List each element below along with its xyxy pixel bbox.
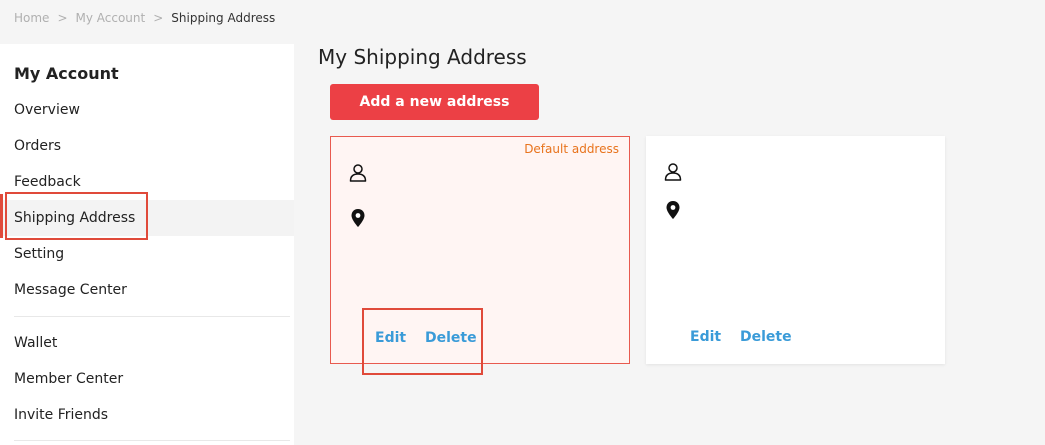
edit-address-link[interactable]: Edit (375, 330, 406, 346)
person-icon (349, 163, 367, 183)
sidebar-title: My Account (14, 64, 119, 83)
breadcrumb-my-account[interactable]: My Account (76, 11, 146, 25)
sidebar-divider (14, 316, 290, 317)
active-indicator (0, 194, 3, 238)
location-pin-icon (665, 200, 683, 220)
person-icon (664, 162, 682, 182)
breadcrumb-separator: > (153, 11, 164, 25)
sidebar-item-message-center[interactable]: Message Center (0, 272, 294, 308)
sidebar-item-orders[interactable]: Orders (0, 128, 294, 164)
sidebar-item-shipping-address[interactable]: Shipping Address (0, 200, 294, 236)
sidebar-item-setting[interactable]: Setting (0, 236, 294, 272)
default-address-tag: Default address (524, 142, 619, 156)
address-card: Edit Delete (646, 136, 945, 364)
sidebar-item-wallet[interactable]: Wallet (0, 325, 294, 361)
address-card-default: Default address Edit Delete (330, 136, 630, 364)
sidebar-item-invite-friends[interactable]: Invite Friends (0, 397, 294, 433)
breadcrumb-current: Shipping Address (171, 11, 276, 25)
sidebar-item-feedback[interactable]: Feedback (0, 164, 294, 200)
sidebar: My Account Overview Orders Feedback Ship… (0, 44, 294, 445)
delete-address-link[interactable]: Delete (425, 330, 477, 346)
sidebar-divider (14, 440, 290, 441)
sidebar-item-overview[interactable]: Overview (0, 92, 294, 128)
delete-address-link[interactable]: Delete (740, 329, 792, 345)
breadcrumb-home[interactable]: Home (14, 11, 49, 25)
edit-address-link[interactable]: Edit (690, 329, 721, 345)
sidebar-item-member-center[interactable]: Member Center (0, 361, 294, 397)
add-address-button[interactable]: Add a new address (330, 84, 539, 120)
location-pin-icon (350, 208, 368, 228)
breadcrumb: Home > My Account > Shipping Address (14, 11, 275, 25)
page-title: My Shipping Address (318, 45, 527, 69)
breadcrumb-separator: > (57, 11, 68, 25)
